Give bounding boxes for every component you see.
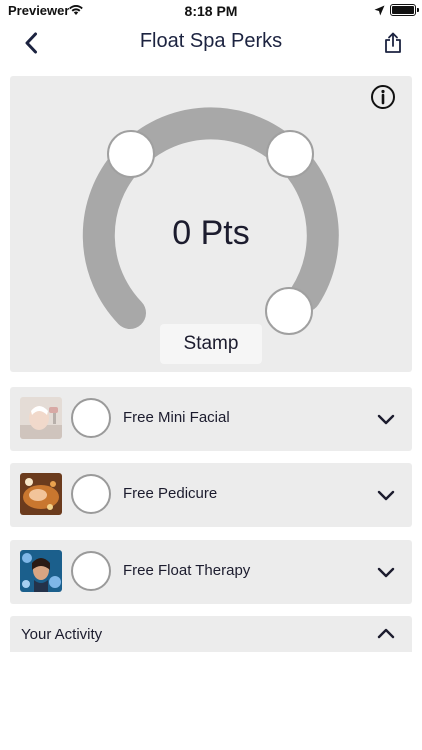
chevron-down-icon[interactable] — [376, 409, 396, 429]
navigation-bar: Float Spa Perks — [0, 22, 422, 64]
perk-stamp-circle — [71, 474, 111, 514]
pedicure-thumbnail — [20, 473, 62, 515]
stamp-slot — [107, 130, 155, 178]
chevron-down-icon[interactable] — [376, 562, 396, 582]
stamp-slot — [265, 287, 313, 335]
activity-section-header[interactable]: Your Activity — [10, 616, 412, 652]
perk-label: Free Mini Facial — [123, 409, 230, 426]
info-icon — [371, 85, 395, 109]
stamp-button[interactable]: Stamp — [160, 324, 262, 364]
chevron-down-icon[interactable] — [376, 485, 396, 505]
perk-item-float-therapy[interactable]: Free Float Therapy — [10, 540, 412, 604]
share-button[interactable] — [378, 28, 408, 58]
status-time: 8:18 PM — [184, 3, 238, 19]
stamp-slot — [266, 130, 314, 178]
perk-item-pedicure[interactable]: Free Pedicure — [10, 463, 412, 527]
page-title: Float Spa Perks — [139, 30, 283, 52]
status-bar: Previewer 8:18 PM — [0, 0, 422, 22]
share-icon — [385, 32, 401, 53]
perk-stamp-circle — [71, 398, 111, 438]
activity-label: Your Activity — [21, 626, 103, 643]
info-button[interactable] — [370, 84, 396, 110]
location-arrow-icon — [374, 5, 385, 16]
float-therapy-thumbnail — [20, 550, 62, 592]
battery-icon — [390, 4, 419, 16]
facial-thumbnail — [20, 397, 62, 439]
perk-label: Free Pedicure — [123, 485, 218, 502]
perk-item-mini-facial[interactable]: Free Mini Facial — [10, 387, 412, 451]
points-value: 0 Pts — [172, 214, 250, 252]
perk-stamp-circle — [71, 551, 111, 591]
points-card: 0 Pts Stamp — [10, 76, 412, 372]
chevron-up-icon[interactable] — [376, 624, 396, 644]
perk-label: Free Float Therapy — [123, 562, 251, 579]
